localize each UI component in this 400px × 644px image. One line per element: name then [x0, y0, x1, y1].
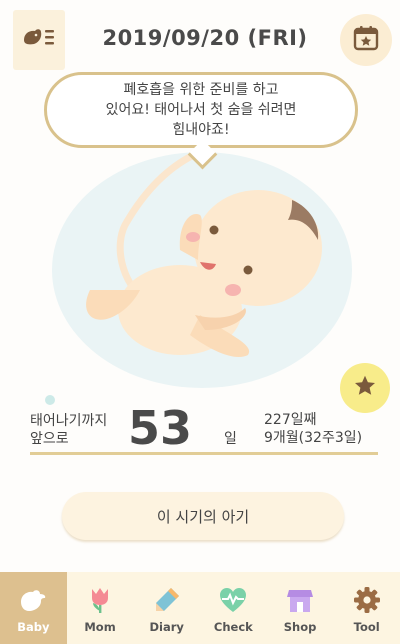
nav-mom-label: Mom [84, 620, 116, 634]
baby-this-period-button[interactable]: 이 시기의 아기 [62, 492, 344, 540]
nav-diary-label: Diary [149, 620, 184, 634]
nav-tool[interactable]: Tool [333, 572, 400, 644]
calendar-button[interactable] [340, 14, 392, 66]
menu-button[interactable] [13, 10, 65, 70]
nav-shop-label: Shop [283, 620, 317, 634]
baby-illustration [52, 148, 352, 388]
nav-baby-label: Baby [17, 620, 50, 634]
store-icon [285, 585, 315, 615]
days-unit: 일 [224, 431, 237, 447]
pencil-icon [152, 585, 182, 615]
pregnancy-weeks: 9개월(32주3일) [264, 430, 363, 446]
nav-tool-label: Tool [353, 620, 380, 634]
tulip-icon [85, 585, 115, 615]
gear-icon [352, 585, 382, 615]
speech-bubble: 폐호흡을 위한 준비를 하고 있어요! 태어나서 첫 숨을 쉬려면 힘내야죠! [44, 72, 358, 148]
bottom-nav: Baby Mom Diary Check Shop Tool [0, 572, 400, 644]
bird-icon [18, 585, 48, 615]
countdown-label: 태어나기까지 앞으로 [30, 413, 108, 447]
heart-pulse-icon [218, 585, 248, 615]
favorite-button[interactable] [340, 363, 390, 413]
nav-diary[interactable]: Diary [133, 572, 200, 644]
nav-shop[interactable]: Shop [267, 572, 334, 644]
nav-check-label: Check [213, 620, 253, 634]
nav-mom[interactable]: Mom [67, 572, 134, 644]
baby-menu-icon [22, 23, 56, 57]
star-icon [353, 374, 377, 402]
divider [30, 452, 378, 455]
days-remaining: 53 [128, 401, 193, 455]
nav-check[interactable]: Check [200, 572, 267, 644]
header-date: 2019/09/20 (FRI) [102, 26, 308, 50]
pregnancy-day-count: 227일째 [264, 412, 317, 428]
calendar-star-icon [352, 24, 380, 56]
nav-baby[interactable]: Baby [0, 572, 67, 644]
